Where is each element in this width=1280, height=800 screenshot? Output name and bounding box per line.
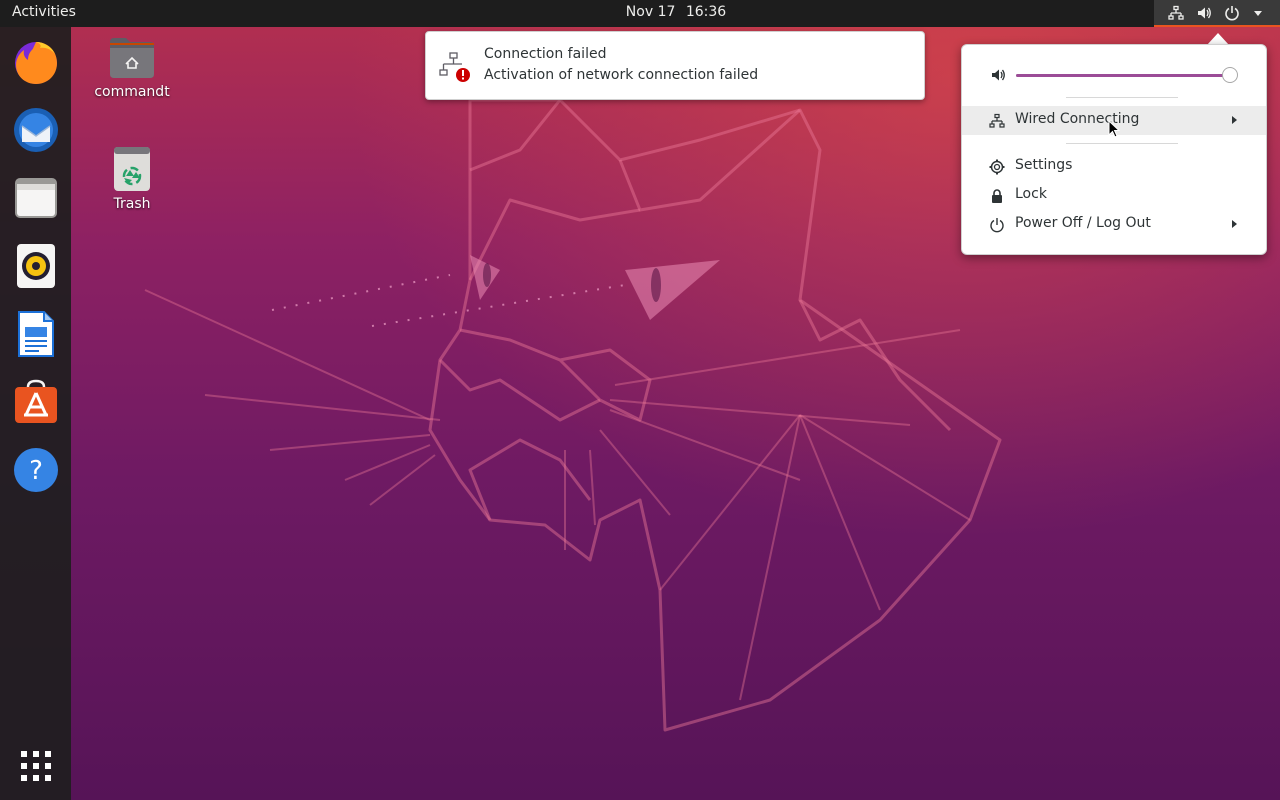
dock-item-files[interactable] bbox=[11, 173, 61, 223]
power-icon bbox=[1224, 5, 1240, 21]
trash-icon bbox=[114, 147, 150, 191]
top-bar: Activities Nov 17 16:36 bbox=[0, 0, 1280, 27]
menu-item-power-off[interactable]: Power Off / Log Out bbox=[962, 210, 1266, 239]
clock-date: Nov 17 bbox=[625, 4, 676, 20]
desktop-icon-label: commandt bbox=[94, 84, 170, 100]
home-folder-icon bbox=[110, 38, 154, 78]
power-icon bbox=[990, 218, 1004, 233]
gear-icon bbox=[989, 159, 1005, 175]
menu-item-label: Settings bbox=[1015, 157, 1073, 173]
dock: ? bbox=[0, 27, 71, 800]
desktop-icon-label: Trash bbox=[113, 196, 151, 212]
dock-item-firefox[interactable] bbox=[11, 37, 61, 87]
network-wired-icon bbox=[1168, 5, 1184, 21]
menu-separator bbox=[1066, 97, 1178, 98]
clock-button[interactable]: Nov 17 16:36 bbox=[0, 4, 1280, 20]
menu-separator bbox=[1066, 143, 1178, 144]
svg-text:?: ? bbox=[29, 456, 43, 486]
show-applications-icon[interactable] bbox=[19, 749, 53, 783]
network-error-icon bbox=[439, 52, 470, 82]
network-wired-icon bbox=[989, 113, 1005, 128]
dock-item-writer[interactable] bbox=[11, 309, 61, 359]
volume-slider-handle[interactable] bbox=[1221, 67, 1238, 83]
menu-item-lock[interactable]: Lock bbox=[962, 181, 1266, 210]
system-status-area[interactable] bbox=[1154, 0, 1280, 27]
system-menu: Wired Connecting Settings Lock Power Off… bbox=[961, 44, 1267, 255]
dock-item-thunderbird[interactable] bbox=[11, 105, 61, 155]
menu-item-label: Wired Connecting bbox=[1015, 111, 1140, 127]
volume-icon bbox=[1196, 5, 1212, 21]
submenu-arrow-icon bbox=[1232, 116, 1237, 124]
notification-body: Activation of network connection failed bbox=[484, 67, 759, 83]
menu-item-label: Lock bbox=[1015, 186, 1047, 202]
desktop-icon-home[interactable]: commandt bbox=[82, 36, 182, 100]
dock-item-help[interactable]: ? bbox=[11, 445, 61, 495]
notification-title: Connection failed bbox=[484, 46, 607, 62]
firefox-icon bbox=[15, 42, 57, 84]
submenu-arrow-icon bbox=[1232, 220, 1237, 228]
lock-icon bbox=[992, 189, 1002, 203]
help-icon: ? bbox=[14, 448, 58, 492]
menu-item-label: Power Off / Log Out bbox=[1015, 215, 1151, 231]
mouse-cursor-icon bbox=[1108, 120, 1120, 138]
files-icon bbox=[15, 178, 57, 218]
notification-banner[interactable]: Connection failed Activation of network … bbox=[425, 31, 925, 100]
volume-icon bbox=[992, 69, 1005, 81]
menu-item-settings[interactable]: Settings bbox=[962, 152, 1266, 181]
clock-time: 16:36 bbox=[685, 4, 727, 20]
thunderbird-icon bbox=[14, 108, 58, 152]
volume-slider-fill bbox=[1016, 74, 1230, 77]
ubuntu-software-icon bbox=[15, 379, 57, 423]
volume-slider[interactable] bbox=[1016, 67, 1238, 83]
volume-row bbox=[962, 63, 1266, 87]
chevron-down-icon bbox=[1252, 5, 1264, 21]
libreoffice-writer-icon bbox=[18, 311, 54, 357]
rhythmbox-icon bbox=[17, 244, 55, 288]
desktop-icon-trash[interactable]: Trash bbox=[82, 146, 182, 212]
dock-item-rhythmbox[interactable] bbox=[11, 241, 61, 291]
desktop-screen: Activities Nov 17 16:36 ? commandt Trash… bbox=[0, 0, 1280, 800]
dock-item-software[interactable] bbox=[11, 377, 61, 427]
